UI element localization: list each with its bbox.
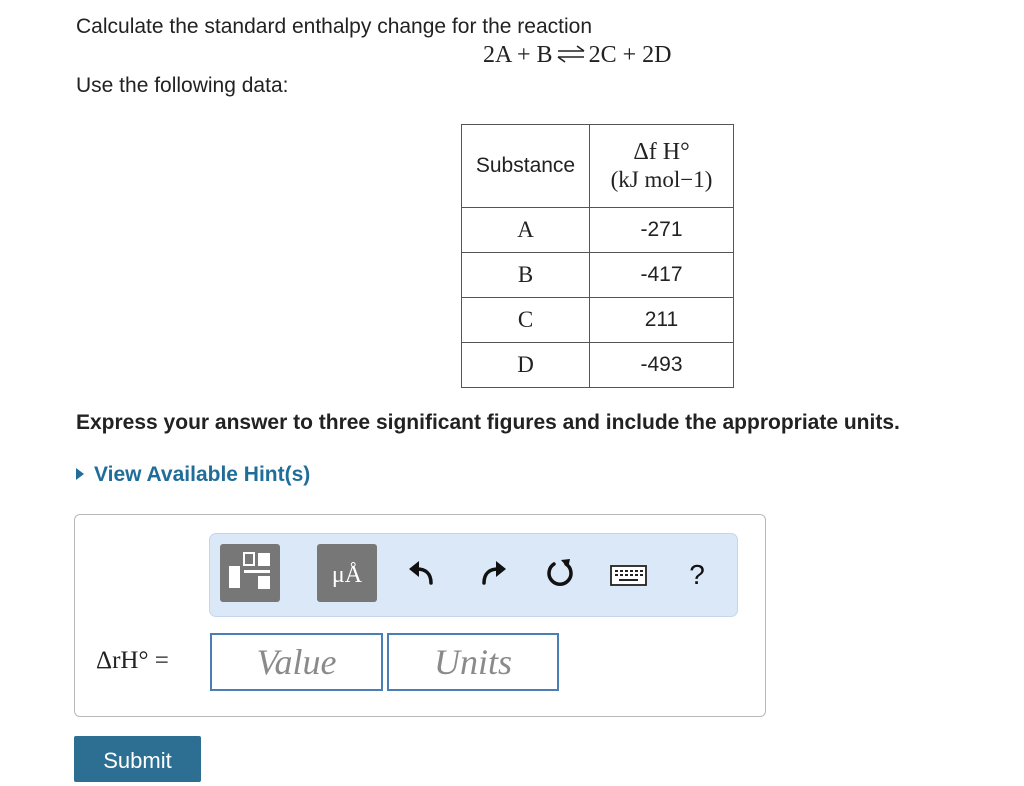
data-table: Substance Δf H° (kJ mol−1) A -271 B -417… [461, 124, 734, 388]
triangle-right-icon [76, 468, 84, 480]
row-substance: D [461, 342, 590, 388]
value-placeholder: Value [256, 642, 337, 682]
header-substance: Substance [461, 124, 590, 208]
undo-icon [409, 561, 433, 585]
header-enthalpy: Δf H° (kJ mol−1) [589, 124, 734, 208]
help-icon: ? [689, 559, 705, 590]
units-input[interactable]: Units [387, 633, 559, 691]
row-substance: A [461, 207, 590, 253]
keyboard-button[interactable] [610, 563, 648, 589]
units-button[interactable]: μÅ [317, 544, 377, 602]
table-row: A -271 [461, 207, 734, 253]
value-input[interactable]: Value [210, 633, 383, 691]
header-dh-symbol: Δf H° [633, 139, 690, 165]
question-prompt: Calculate the standard enthalpy change f… [76, 15, 593, 38]
help-button[interactable]: ? [682, 558, 712, 592]
row-value: -493 [589, 342, 734, 388]
row-substance: C [461, 297, 590, 343]
reaction-equation: 2A + B 2C + 2D [483, 42, 671, 69]
header-unit: (kJ mol−1) [610, 167, 713, 192]
table-header-row: Substance Δf H° (kJ mol−1) [461, 124, 734, 208]
templates-button[interactable] [220, 544, 280, 602]
row-value: -271 [589, 207, 734, 253]
hint-link-label: View Available Hint(s) [94, 463, 311, 486]
row-value: 211 [589, 297, 734, 343]
undo-button[interactable] [405, 556, 439, 590]
view-hints-link[interactable]: View Available Hint(s) [76, 463, 310, 487]
reaction-right: 2C + 2D [588, 42, 672, 68]
reset-button[interactable] [544, 557, 578, 591]
units-placeholder: Units [433, 642, 512, 682]
keyboard-icon [610, 565, 647, 586]
table-row: B -417 [461, 252, 734, 298]
redo-icon [482, 561, 506, 585]
row-substance: B [461, 252, 590, 298]
submit-button[interactable]: Submit [74, 736, 201, 782]
reaction-left: 2A + B [483, 42, 553, 68]
reset-icon [547, 559, 573, 586]
redo-button[interactable] [476, 556, 510, 590]
table-row: C 211 [461, 297, 734, 343]
row-value: -417 [589, 252, 734, 298]
math-toolbar [209, 533, 738, 617]
table-row: D -493 [461, 342, 734, 388]
templates-icon [229, 552, 270, 589]
answer-label: ΔrH° = [96, 647, 169, 674]
use-data-label: Use the following data: [76, 74, 289, 97]
equilibrium-arrow-icon [557, 45, 585, 63]
instructions: Express your answer to three significant… [76, 411, 900, 434]
units-icon: μÅ [331, 562, 363, 588]
